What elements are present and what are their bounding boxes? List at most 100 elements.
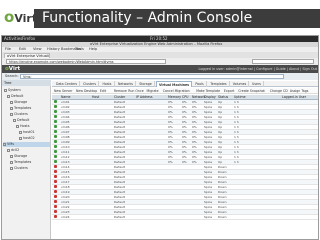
- tree-expand-icon[interactable]: [4, 88, 7, 92]
- tree-expand-icon[interactable]: [3, 142, 6, 146]
- logo-o: o: [4, 8, 15, 26]
- status-down-icon: [54, 210, 57, 213]
- browser-address-bar: https://engine.example.com/webadmin/WebA…: [2, 58, 318, 65]
- vm-grid: Name Host Cluster IP Address Memory CPU Networ…: [52, 95, 318, 220]
- status-down-icon: [54, 200, 57, 203]
- action-create-snapshot[interactable]: Create Snapshot: [238, 88, 265, 94]
- tree-expand-icon[interactable]: [10, 106, 13, 110]
- tree-expand-icon[interactable]: [7, 94, 10, 98]
- status-up-icon: [54, 100, 57, 103]
- tab-data-centers[interactable]: Data Centers: [54, 81, 80, 87]
- tree-expand-icon[interactable]: [10, 166, 13, 170]
- tree-expand-icon[interactable]: [19, 136, 22, 140]
- tree-item-templates[interactable]: Templates: [10, 106, 31, 111]
- tree-item-label: Hosts: [20, 124, 30, 128]
- cell-cluster: Default: [114, 215, 125, 219]
- tree-item-system[interactable]: System: [4, 88, 21, 93]
- tree-item-label: host01: [23, 130, 35, 134]
- status-up-icon: [54, 135, 57, 138]
- tree-item-label: Clusters: [14, 112, 28, 116]
- action-new-server[interactable]: New Server: [54, 88, 72, 94]
- tree-item-host01[interactable]: host01: [19, 130, 35, 135]
- action-change-cd[interactable]: Change CD: [270, 88, 288, 94]
- tab-storage[interactable]: Storage: [137, 81, 155, 87]
- header-user-links[interactable]: Logged in user: admin@internal | Configu…: [199, 65, 318, 73]
- tree-item-label: Storage: [14, 100, 28, 104]
- tree-expand-icon[interactable]: [10, 112, 13, 116]
- action-new-desktop[interactable]: New Desktop: [76, 88, 97, 94]
- status-up-icon: [54, 125, 57, 128]
- browser-search-field[interactable]: [252, 59, 314, 64]
- tree-expand-icon[interactable]: [13, 118, 16, 122]
- tab-volumes[interactable]: Volumes: [231, 81, 249, 87]
- tree-expand-icon[interactable]: [7, 148, 10, 152]
- tree-item-dc02[interactable]: dc02: [7, 148, 19, 153]
- cell-name: vm24: [61, 215, 70, 219]
- ovirt-logo: oVirt: [4, 6, 38, 30]
- status-up-icon: [54, 110, 57, 113]
- action-run-once[interactable]: Run Once: [128, 88, 143, 94]
- tab-hosts[interactable]: Hosts: [100, 81, 115, 87]
- cell-display: Spice: [204, 215, 213, 219]
- slide-title: Functionality – Admin Console: [42, 10, 253, 26]
- status-down-icon: [54, 190, 57, 193]
- status-up-icon: [54, 130, 57, 133]
- tab-virtual-machines[interactable]: Virtual Machines: [156, 81, 192, 87]
- tree-item-label: Default: [17, 118, 30, 122]
- tree-item-templates[interactable]: Templates: [10, 160, 31, 165]
- search-label: Search:: [5, 74, 19, 78]
- tree-item-clusters[interactable]: Clusters: [10, 112, 28, 117]
- tree-expand-icon[interactable]: [10, 160, 13, 164]
- tree-item-storage[interactable]: Storage: [10, 100, 27, 105]
- tab-clusters[interactable]: Clusters: [81, 81, 99, 87]
- tree-item-label: Templates: [14, 160, 32, 164]
- tab-users[interactable]: Users: [250, 81, 264, 87]
- app-logo: oVirt: [5, 66, 21, 72]
- action-edit[interactable]: Edit: [100, 88, 106, 94]
- tab-networks[interactable]: Networks: [116, 81, 136, 87]
- tree-item-hosts[interactable]: Hosts: [16, 124, 30, 129]
- tree-item-label: host02: [23, 136, 35, 140]
- tab-pools[interactable]: Pools: [193, 81, 207, 87]
- status-down-icon: [54, 180, 57, 183]
- tree-expand-icon[interactable]: [10, 100, 13, 104]
- tree-item-label: Default: [11, 94, 24, 98]
- tree-expand-icon[interactable]: [10, 154, 13, 158]
- tree-item-default[interactable]: Default: [13, 118, 29, 123]
- status-down-icon: [54, 170, 57, 173]
- tree-item-label: Storage: [14, 154, 28, 158]
- tree-item-label: System: [8, 88, 21, 92]
- action-remove[interactable]: Remove: [114, 88, 127, 94]
- action-migrate[interactable]: Migrate: [147, 88, 159, 94]
- tab-templates[interactable]: Templates: [208, 81, 230, 87]
- action-cancel-migration[interactable]: Cancel Migration: [163, 88, 190, 94]
- search-input[interactable]: Vms:: [20, 74, 284, 79]
- tree-expand-icon[interactable]: [16, 124, 19, 128]
- action-assign-tags[interactable]: Assign Tags: [290, 88, 309, 94]
- main-tabs: Data Centers Clusters Hosts Networks Storage…: [52, 81, 318, 87]
- status-up-icon: [54, 145, 57, 148]
- action-make-template[interactable]: Make Template: [196, 88, 220, 94]
- status-up-icon: [54, 160, 57, 163]
- action-export[interactable]: Export: [224, 88, 234, 94]
- tree-item-label: VMs: [7, 142, 15, 146]
- status-down-icon: [54, 195, 57, 198]
- tree-item-vms[interactable]: VMs: [3, 142, 50, 147]
- tree-expand-icon[interactable]: [19, 130, 22, 134]
- status-up-icon: [54, 120, 57, 123]
- table-row[interactable]: vm24 Default Spice Down: [52, 215, 318, 220]
- tree-item-storage[interactable]: Storage: [10, 154, 27, 159]
- tree-item-default[interactable]: Default: [7, 94, 23, 99]
- status-up-icon: [54, 140, 57, 143]
- status-down-icon: [54, 185, 57, 188]
- tree-item-host02[interactable]: host02: [19, 136, 35, 141]
- status-up-icon: [54, 115, 57, 118]
- status-up-icon: [54, 150, 57, 153]
- tree-item-clusters[interactable]: Clusters: [10, 166, 28, 171]
- url-field[interactable]: https://engine.example.com/webadmin/WebA…: [6, 59, 166, 64]
- status-up-icon: [54, 155, 57, 158]
- app-search-row: Search: Vms:: [2, 73, 318, 80]
- tree-item-label: dc02: [11, 148, 20, 152]
- cell-status: Down: [218, 215, 227, 219]
- status-up-icon: [54, 105, 57, 108]
